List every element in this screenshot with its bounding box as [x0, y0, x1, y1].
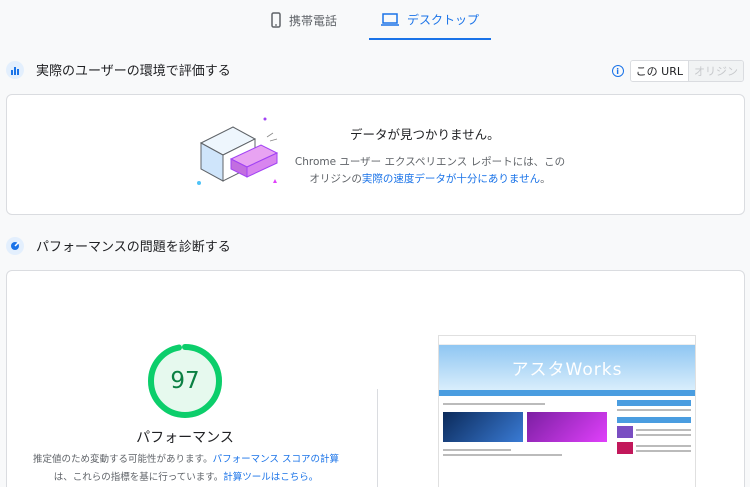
- no-data-text-3: 。: [540, 173, 551, 185]
- performance-description: 推定値のため変動する可能性があります。パフォーマンス スコアの計算 は、これらの…: [27, 451, 345, 487]
- score-calc-link[interactable]: パフォーマンス スコアの計算: [213, 454, 339, 465]
- device-tabs: 携帯電話 デスクトップ: [0, 0, 750, 42]
- no-data-text-1: Chrome ユーザー エクスペリエンス レポートには、この: [294, 156, 566, 168]
- field-data-card: データが見つかりません。 Chrome ユーザー エクスペリエンス レポートには…: [6, 94, 745, 215]
- tab-mobile[interactable]: 携帯電話: [259, 0, 349, 40]
- divider: [377, 389, 378, 487]
- tab-mobile-label: 携帯電話: [288, 13, 337, 28]
- perf-desc-1: 推定値のため変動する可能性があります。: [33, 454, 213, 465]
- origin-button[interactable]: オリジン: [688, 61, 743, 81]
- performance-score: 97: [170, 368, 200, 394]
- phone-icon: [271, 12, 281, 28]
- calculator-link[interactable]: 計算ツールはこちら。: [223, 472, 318, 483]
- lab-gauge-icon: [6, 236, 24, 255]
- speed-data-link[interactable]: 実際の速度データが十分にありません: [362, 173, 540, 185]
- performance-card: 97 パフォーマンス 推定値のため変動する可能性があります。パフォーマンス スコ…: [6, 270, 745, 487]
- thumbnail-logo: アスタWorks: [511, 360, 623, 380]
- no-data-description: Chrome ユーザー エクスペリエンス レポートには、この オリジンの実際の速…: [285, 154, 575, 188]
- diagnose-title: パフォーマンスの問題を診断する: [36, 240, 231, 255]
- tab-desktop[interactable]: デスクトップ: [369, 0, 492, 40]
- no-data-text-2: オリジンの: [309, 173, 362, 185]
- performance-label: パフォーマンス: [136, 430, 234, 446]
- info-icon[interactable]: i: [611, 65, 624, 77]
- field-data-header: 実際のユーザーの環境で評価する: [6, 60, 231, 79]
- page-screenshot-thumbnail: アスタWorks: [438, 335, 696, 487]
- tab-desktop-label: デスクトップ: [407, 12, 480, 27]
- empty-drawer-illustration: [195, 113, 285, 193]
- field-data-title: 実際のユーザーの環境で評価する: [36, 64, 231, 79]
- diagnose-header: パフォーマンスの問題を診断する: [6, 236, 231, 255]
- users-chart-icon: [6, 60, 24, 79]
- perf-desc-2: は、これらの指標を基に行っています。: [53, 472, 224, 483]
- no-data-title: データが見つかりません。: [350, 127, 500, 142]
- laptop-icon: [381, 12, 399, 26]
- this-url-button[interactable]: この URL: [630, 61, 688, 81]
- url-origin-toggle: i この URL オリジン: [611, 60, 744, 82]
